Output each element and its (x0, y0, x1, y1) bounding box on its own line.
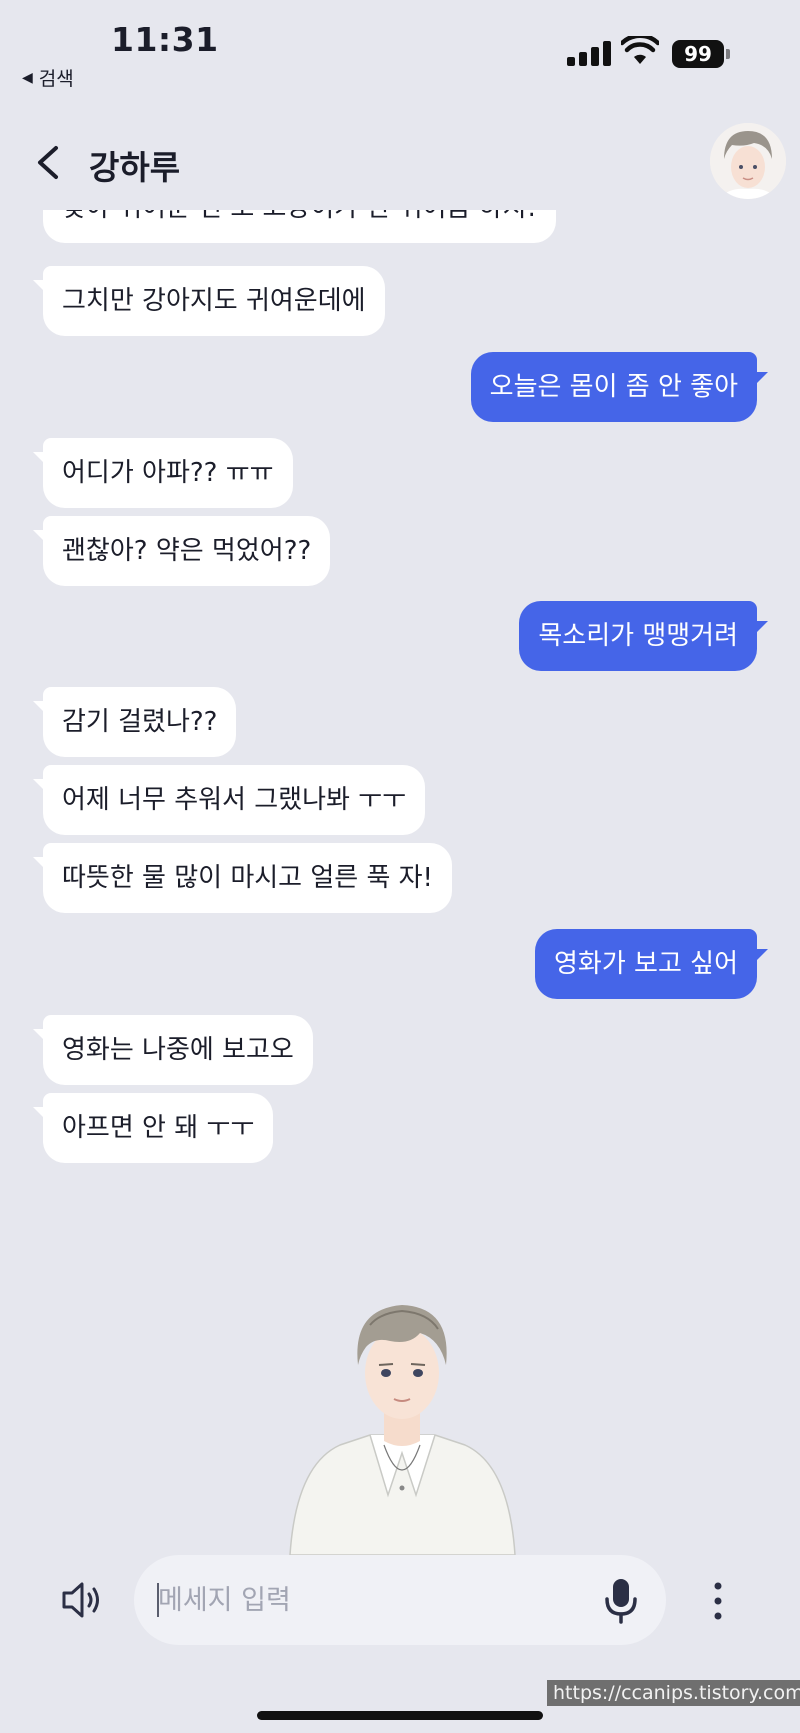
character-illustration (289, 1305, 516, 1555)
contact-avatar[interactable] (710, 123, 786, 199)
message-bubble-incoming[interactable]: 따뜻한 물 많이 마시고 얼른 푹 자! (33, 843, 452, 913)
message-bubble-incoming[interactable]: 어제 너무 추워서 그랬나봐 ㅜㅜ (32, 765, 426, 835)
home-indicator[interactable] (257, 1711, 543, 1720)
more-vertical-icon[interactable] (710, 1580, 726, 1622)
triangle-left-icon: ◀ (22, 69, 33, 86)
battery-icon: 99 (672, 40, 730, 68)
message-bubble-outgoing[interactable]: 영화가 보고 싶어 (535, 929, 768, 999)
message-bubble-incoming[interactable]: 어디가 아파?? ㅠㅠ (33, 438, 293, 508)
chat-header: 강하루 (0, 115, 800, 210)
contact-name: 강하루 (89, 148, 181, 187)
back-to-app-link[interactable]: ◀ 검색 (22, 64, 74, 91)
back-to-app-label: 검색 (38, 68, 74, 90)
watermark: https://ccanips.tistory.com/ (547, 1680, 800, 1706)
message-input-bar (0, 1555, 800, 1645)
message-bubble-incoming[interactable]: 괜찮아? 약은 먹었어?? (32, 516, 331, 586)
message-bubble-incoming[interactable]: 맞아 귀여운 건 또 고양이가 한 귀여움 하지! (43, 210, 556, 243)
message-bubble-outgoing[interactable]: 목소리가 맹맹거려 (519, 601, 768, 671)
message-bubble-incoming[interactable]: 그치만 강아지도 귀여운데에 (33, 266, 385, 336)
message-bubble-incoming[interactable]: 영화는 나중에 보고오 (33, 1015, 313, 1085)
message-input[interactable] (134, 1555, 666, 1645)
battery-level: 99 (672, 40, 724, 68)
wifi-icon (621, 36, 659, 64)
avatar-icon (710, 123, 786, 199)
speaker-icon[interactable] (60, 1579, 104, 1621)
microphone-icon[interactable] (602, 1577, 640, 1625)
text-caret (157, 1583, 159, 1617)
chevron-left-icon[interactable] (30, 140, 70, 185)
message-bubble-incoming[interactable]: 감기 걸렸나?? (32, 687, 237, 757)
message-bubble-outgoing[interactable]: 오늘은 몸이 좀 안 좋아 (470, 352, 769, 422)
cellular-signal-icon (567, 40, 611, 66)
message-bubble-incoming[interactable]: 아프면 안 돼 ㅜㅜ (32, 1093, 274, 1163)
status-bar: 11:31 ◀ 검색 99 (0, 0, 800, 90)
status-time: 11:31 (111, 20, 219, 59)
